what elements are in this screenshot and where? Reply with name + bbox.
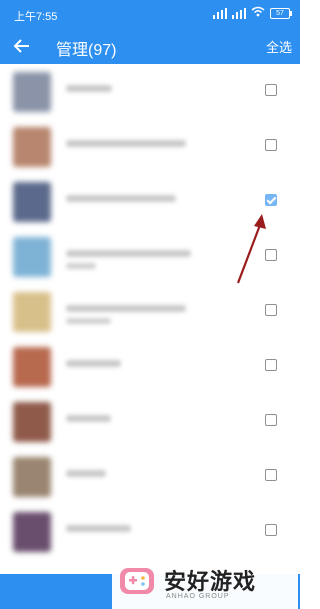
list-item[interactable] xyxy=(0,229,300,284)
back-arrow-icon[interactable] xyxy=(10,34,34,58)
item-thumbnail xyxy=(13,182,51,222)
item-name-blurred xyxy=(66,360,121,367)
gamepad-logo-icon xyxy=(120,568,154,594)
item-thumbnail xyxy=(13,457,51,497)
item-thumbnail xyxy=(13,512,51,552)
battery-icon: 57 xyxy=(270,7,292,19)
app-bar: 管理(97) 全选 xyxy=(0,28,300,64)
item-thumbnail xyxy=(13,72,51,112)
list-item[interactable] xyxy=(0,339,300,394)
list-item[interactable] xyxy=(0,394,300,449)
item-thumbnail xyxy=(13,292,51,332)
list-item[interactable] xyxy=(0,449,300,504)
list-item[interactable] xyxy=(0,504,300,559)
item-name-blurred xyxy=(66,525,131,532)
item-name-blurred xyxy=(66,305,186,312)
item-name-blurred xyxy=(66,415,111,422)
list-item[interactable] xyxy=(0,64,300,119)
item-name-blurred xyxy=(66,250,191,257)
list-item[interactable] xyxy=(0,174,300,229)
checkbox-column-shade xyxy=(258,64,300,574)
list-item[interactable] xyxy=(0,119,300,174)
item-name-blurred xyxy=(66,85,112,92)
item-thumbnail xyxy=(13,237,51,277)
status-bar: 上午7:55 57 xyxy=(0,0,300,28)
select-all-button[interactable]: 全选 xyxy=(266,37,292,56)
page-title: 管理(97) xyxy=(56,42,117,59)
signal-icon-2 xyxy=(232,7,246,19)
signal-icon xyxy=(213,7,227,19)
watermark-brand: 安好游戏 xyxy=(164,569,257,594)
item-thumbnail xyxy=(13,347,51,387)
item-thumbnail xyxy=(13,127,51,167)
item-name-blurred xyxy=(66,140,186,147)
watermark: 安好游戏 ANHAO GROUP xyxy=(112,556,298,609)
item-name-blurred-line2 xyxy=(66,318,111,324)
list-item[interactable] xyxy=(0,284,300,339)
managed-items-list xyxy=(0,64,300,574)
watermark-subtext: ANHAO GROUP xyxy=(166,593,230,600)
status-icons: 57 xyxy=(213,6,292,20)
item-name-blurred-line2 xyxy=(66,263,96,269)
wifi-icon xyxy=(251,6,265,20)
item-thumbnail xyxy=(13,402,51,442)
item-name-blurred xyxy=(66,470,106,477)
item-name-blurred xyxy=(66,195,176,202)
status-time: 上午7:55 xyxy=(14,11,58,23)
